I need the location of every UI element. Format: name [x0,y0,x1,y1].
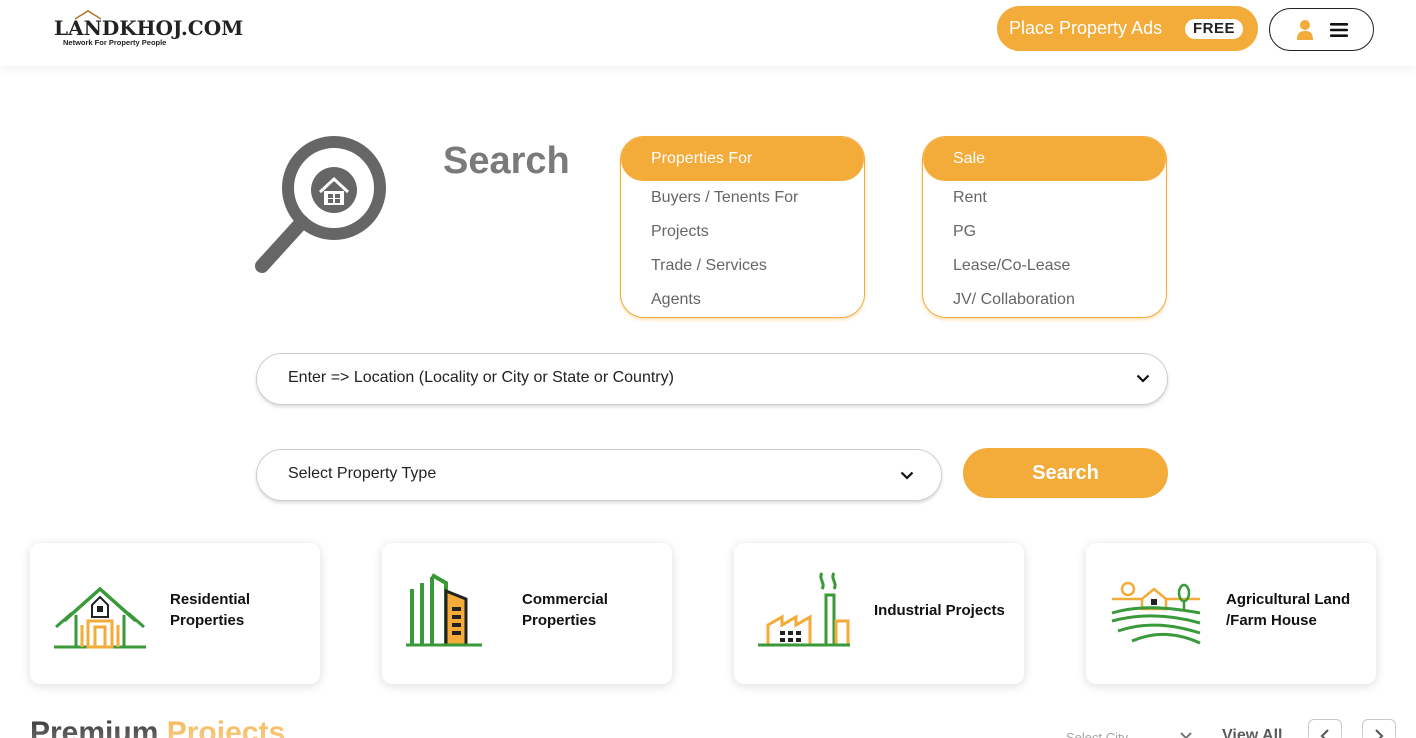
logo-tagline: Network For Property People [63,38,167,47]
hamburger-menu-icon [1330,23,1348,37]
properties-for-option-active[interactable]: Properties For [621,137,864,181]
logo-text: LANDKHOJ.COM [54,16,244,40]
view-all-link[interactable]: View All [1222,727,1282,738]
category-card-commercial[interactable]: Commercial Properties [382,543,672,684]
free-badge: FREE [1185,19,1243,39]
category-label-line2: Properties [170,612,245,629]
category-label: Agricultural Land /Farm House [1226,589,1350,631]
carousel-prev-button[interactable] [1308,719,1342,738]
premium-projects-heading: Premium Projects [30,716,285,738]
city-select[interactable]: Select City [1066,730,1128,738]
chevron-down-icon [1180,732,1192,738]
category-label-line1: Residential [170,591,251,608]
place-property-ads-button[interactable]: Place Property Ads FREE [997,6,1258,51]
user-icon [1297,20,1313,40]
category-card-residential[interactable]: Residential Properties [30,543,320,684]
transaction-option[interactable]: JV/ Collaboration [923,283,1166,317]
category-label-line1: Agricultural Land [1226,591,1351,608]
search-button[interactable]: Search [963,448,1168,498]
properties-for-option[interactable]: Projects [621,215,864,249]
premium-title-main: Premium [30,716,159,738]
magnifier-house-icon [255,136,386,273]
category-label-line1: Industrial Projects [874,602,1005,619]
search-heading: Search [443,140,570,182]
property-type-select[interactable]: Select Property Type [256,449,942,501]
chevron-right-icon [1375,729,1384,738]
category-label: Commercial Properties [522,589,608,631]
category-label: Industrial Projects [874,600,1005,621]
transaction-option-active[interactable]: Sale [923,137,1166,181]
properties-for-option[interactable]: Buyers / Tenents For [621,181,864,215]
user-menu-button[interactable] [1269,8,1374,51]
category-card-agricultural[interactable]: Agricultural Land /Farm House [1086,543,1376,684]
category-label-line2: /Farm House [1226,612,1317,629]
transaction-option[interactable]: PG [923,215,1166,249]
transaction-type-selector: Sale Rent PG Lease/Co-Lease JV/ Collabor… [922,136,1167,318]
transaction-option[interactable]: Rent [923,181,1166,215]
location-select[interactable]: Enter => Location (Locality or City or S… [256,353,1168,405]
properties-for-selector: Properties For Buyers / Tenents For Proj… [620,136,865,318]
properties-for-list: Buyers / Tenents For Projects Trade / Se… [621,181,864,317]
chevron-down-icon [900,471,914,480]
carousel-next-button[interactable] [1362,719,1396,738]
factory-icon [758,572,850,647]
category-label-line2: Properties [522,612,597,629]
house-icon [54,586,146,649]
site-header: LANDKHOJ.COM Network For Property People… [0,0,1416,66]
location-placeholder: Enter => Location (Locality or City or S… [288,369,674,386]
office-building-icon [406,573,482,647]
property-type-placeholder: Select Property Type [288,465,437,482]
properties-for-option[interactable]: Trade / Services [621,249,864,283]
site-logo[interactable]: LANDKHOJ.COM Network For Property People [54,10,243,50]
place-ads-label: Place Property Ads [1009,18,1163,38]
chevron-left-icon [1320,729,1329,738]
properties-for-option[interactable]: Agents [621,283,864,317]
category-card-industrial[interactable]: Industrial Projects [734,543,1024,684]
chevron-down-icon [1136,374,1150,383]
premium-title-accent: Projects [166,716,286,738]
transaction-option[interactable]: Lease/Co-Lease [923,249,1166,283]
category-label-line1: Commercial [522,591,608,608]
farm-field-icon [1111,581,1201,645]
transaction-list: Rent PG Lease/Co-Lease JV/ Collaboration [923,181,1166,317]
category-label: Residential Properties [170,589,250,631]
